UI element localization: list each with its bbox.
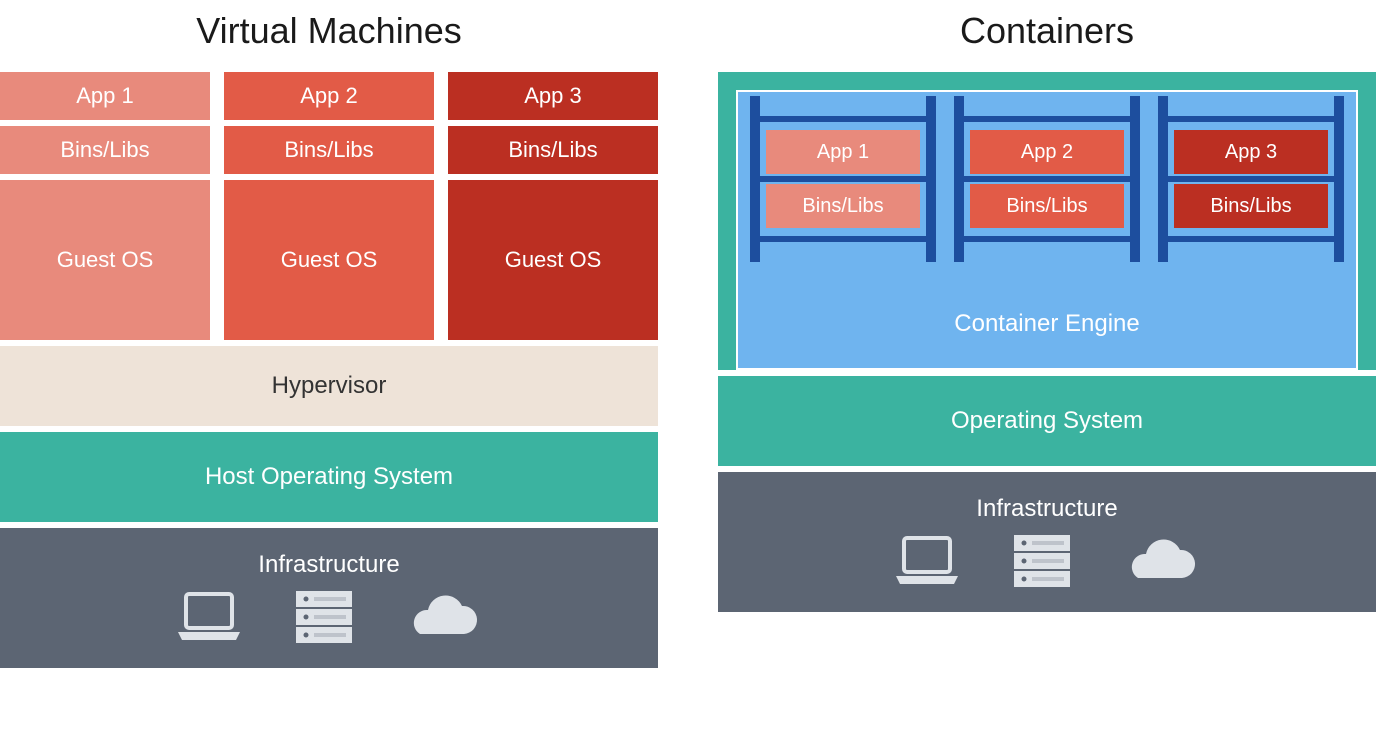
vm-app-3: App 3 (448, 72, 658, 120)
laptop-icon (174, 592, 244, 642)
ct-stack: App 1 Bins/Libs App 2 Bins/Libs (718, 72, 1376, 731)
vm-app-2: App 2 (224, 72, 434, 120)
ct-libs-1: Bins/Libs (766, 184, 920, 228)
vm-libs-1: Bins/Libs (0, 126, 210, 174)
vm-col-3: App 3 Bins/Libs Guest OS (448, 72, 658, 340)
container-engine-label: Container Engine (750, 310, 1344, 338)
vm-panel: Virtual Machines App 1 Bins/Libs Guest O… (0, 10, 658, 731)
ct-libs-2: Bins/Libs (970, 184, 1124, 228)
server-icon (294, 589, 354, 645)
container-engine-box: App 1 Bins/Libs App 2 Bins/Libs (736, 90, 1358, 370)
ct-os-layer: Operating System (718, 376, 1376, 466)
vm-col-2: App 2 Bins/Libs Guest OS (224, 72, 434, 340)
vm-guestos-2: Guest OS (224, 180, 434, 340)
ct-infrastructure-layer: Infrastructure (718, 472, 1376, 612)
vm-columns: App 1 Bins/Libs Guest OS App 2 Bins/Libs… (0, 72, 658, 340)
vm-guestos-1: Guest OS (0, 180, 210, 340)
laptop-icon (892, 536, 962, 586)
ct-libs-3: Bins/Libs (1174, 184, 1328, 228)
shelf-rail (750, 116, 936, 122)
shelf-rail (1158, 116, 1344, 122)
vm-infra-icons (174, 589, 484, 645)
ct-app-1: App 1 (766, 130, 920, 174)
ct-panel: Containers App 1 Bins/Libs Ap (718, 10, 1376, 731)
ct-infra-icons (892, 533, 1202, 589)
ct-app-2: App 2 (970, 130, 1124, 174)
cloud-icon (1122, 536, 1202, 586)
ct-infra-label: Infrastructure (976, 495, 1117, 523)
ct-shelf-2: App 2 Bins/Libs (954, 108, 1140, 250)
ct-shelves: App 1 Bins/Libs App 2 Bins/Libs (750, 108, 1344, 250)
vm-infrastructure-layer: Infrastructure (0, 528, 658, 668)
shelf-rail (954, 236, 1140, 242)
vm-infra-label: Infrastructure (258, 551, 399, 579)
server-icon (1012, 533, 1072, 589)
vm-title: Virtual Machines (0, 10, 658, 52)
ct-shelf-3: App 3 Bins/Libs (1158, 108, 1344, 250)
shelf-rail (1158, 176, 1344, 182)
vm-app-1: App 1 (0, 72, 210, 120)
vm-col-1: App 1 Bins/Libs Guest OS (0, 72, 210, 340)
host-os-layer: Host Operating System (0, 432, 658, 522)
hypervisor-layer: Hypervisor (0, 346, 658, 426)
shelf-rail (750, 176, 936, 182)
shelf-rail (954, 176, 1140, 182)
ct-title: Containers (718, 10, 1376, 52)
shelf-rail (750, 236, 936, 242)
vm-libs-2: Bins/Libs (224, 126, 434, 174)
shelf-rail (954, 116, 1140, 122)
ct-app-3: App 3 (1174, 130, 1328, 174)
vm-libs-3: Bins/Libs (448, 126, 658, 174)
ct-teal-pad: App 1 Bins/Libs App 2 Bins/Libs (718, 72, 1376, 370)
shelf-rail (1158, 236, 1344, 242)
vm-stack: App 1 Bins/Libs Guest OS App 2 Bins/Libs… (0, 72, 658, 731)
cloud-icon (404, 592, 484, 642)
vm-guestos-3: Guest OS (448, 180, 658, 340)
ct-shelf-1: App 1 Bins/Libs (750, 108, 936, 250)
